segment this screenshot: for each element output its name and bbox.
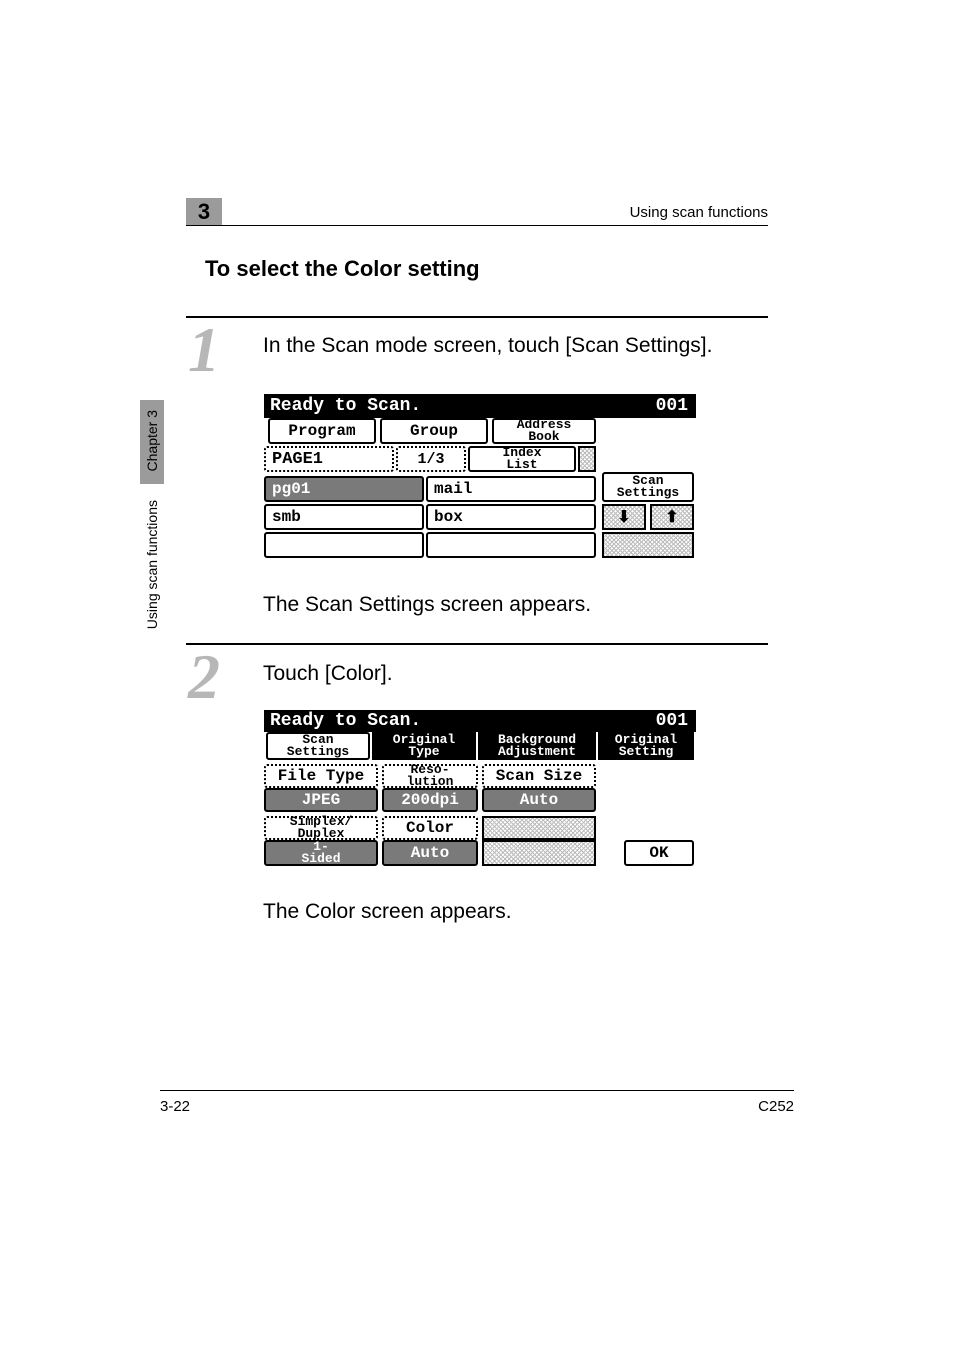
value-resolution[interactable]: 200dpi	[382, 788, 478, 812]
tab-original-type[interactable]: Original Type	[372, 732, 476, 760]
scrollbar-stub[interactable]	[578, 446, 596, 472]
label-scan-size: Scan Size	[482, 764, 596, 788]
grid-blank-1	[482, 816, 596, 840]
value-simplex-duplex[interactable]: 1- Sided	[264, 840, 378, 866]
grid-blank-2	[482, 840, 596, 866]
footer-rule	[160, 1090, 794, 1091]
dest-box[interactable]: box	[426, 504, 596, 530]
ok-button[interactable]: OK	[624, 840, 694, 866]
side-blank	[602, 532, 694, 558]
chapter-badge: 3	[186, 198, 222, 226]
tab-scan-settings[interactable]: Scan Settings	[266, 732, 370, 760]
dest-empty-b[interactable]	[426, 532, 596, 558]
tab-original-setting[interactable]: Original Setting	[598, 732, 694, 760]
step-2-result: The Color screen appears.	[263, 900, 512, 924]
footer-model: C252	[758, 1098, 794, 1115]
tab-program[interactable]: Program	[268, 418, 376, 444]
scroll-down-button[interactable]: ⬇	[602, 504, 646, 530]
dest-pg01[interactable]: pg01	[264, 476, 424, 502]
dest-empty-a[interactable]	[264, 532, 424, 558]
status-bar: Ready to Scan.	[264, 394, 599, 418]
label-file-type: File Type	[264, 764, 378, 788]
value-scan-size[interactable]: Auto	[482, 788, 596, 812]
label-color: Color	[382, 816, 478, 840]
arrow-up-icon: ⬆	[665, 507, 678, 527]
page-label: PAGE1	[264, 446, 394, 472]
header-rule	[186, 225, 768, 226]
scan-settings-button[interactable]: Scan Settings	[602, 472, 694, 502]
step-number-2: 2	[188, 645, 220, 709]
value-file-type[interactable]: JPEG	[264, 788, 378, 812]
label-resolution: Reso- lution	[382, 764, 478, 788]
arrow-down-icon: ⬇	[617, 507, 630, 527]
page-index: 1/3	[396, 446, 466, 472]
status-bar-2: Ready to Scan.	[264, 710, 599, 732]
value-color[interactable]: Auto	[382, 840, 478, 866]
status-counter: 001	[599, 394, 696, 418]
step-1-text: In the Scan mode screen, touch [Scan Set…	[263, 332, 768, 360]
lcd-screen-2: Ready to Scan. 001 Scan Settings Origina…	[264, 710, 696, 868]
label-simplex-duplex: Simplex/ Duplex	[264, 816, 378, 840]
side-tab-section: Using scan functions	[140, 490, 164, 642]
step-2-text: Touch [Color].	[263, 660, 768, 688]
section-heading: To select the Color setting	[205, 256, 480, 282]
dest-mail[interactable]: mail	[426, 476, 596, 502]
side-tab-chapter: Chapter 3	[140, 400, 164, 484]
tab-group[interactable]: Group	[380, 418, 488, 444]
step-number-1: 1	[188, 318, 220, 382]
step-rule	[186, 316, 768, 318]
dest-smb[interactable]: smb	[264, 504, 424, 530]
scroll-up-button[interactable]: ⬆	[650, 504, 694, 530]
footer-page: 3-22	[160, 1098, 190, 1115]
header-section-title: Using scan functions	[630, 204, 768, 221]
index-list-button[interactable]: Index List	[468, 446, 576, 472]
status-counter-2: 001	[599, 710, 696, 732]
step-rule-2	[186, 643, 768, 645]
lcd-screen-1: Ready to Scan. 001 Program Group Address…	[264, 394, 696, 558]
tab-background-adjustment[interactable]: Background Adjustment	[478, 732, 596, 760]
tab-address-book[interactable]: Address Book	[492, 418, 596, 444]
step-1-result: The Scan Settings screen appears.	[263, 593, 591, 617]
